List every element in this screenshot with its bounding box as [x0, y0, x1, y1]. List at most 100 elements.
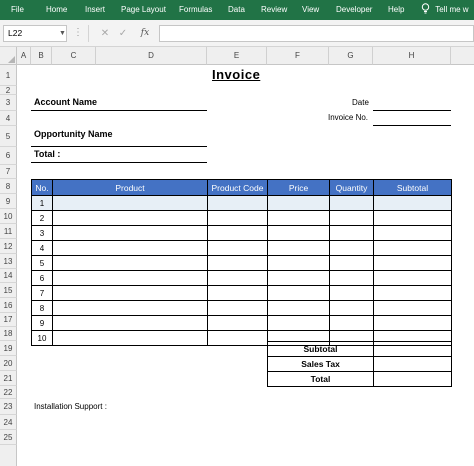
quantity-cell[interactable] — [329, 285, 374, 301]
row-header-13[interactable]: 13 — [0, 254, 17, 269]
chevron-down-icon[interactable]: ▼ — [58, 25, 67, 42]
product-cell[interactable] — [52, 195, 208, 211]
row-header-25[interactable]: 25 — [0, 430, 17, 445]
subtotal-cell[interactable] — [373, 300, 452, 316]
grand-total-value-cell[interactable] — [373, 371, 452, 387]
row-header-24[interactable]: 24 — [0, 415, 17, 430]
quantity-cell[interactable] — [329, 240, 374, 256]
product-cell[interactable] — [52, 330, 208, 346]
product-code-cell[interactable] — [207, 195, 268, 211]
row-header-8[interactable]: 8 — [0, 179, 17, 194]
subtotal-cell[interactable] — [373, 315, 452, 331]
product-code-cell[interactable] — [207, 300, 268, 316]
tab-review[interactable]: Review — [261, 0, 287, 20]
price-cell[interactable] — [267, 300, 330, 316]
tab-insert[interactable]: Insert — [85, 0, 105, 20]
subtotal-cell[interactable] — [373, 285, 452, 301]
row-number[interactable]: 1 — [31, 195, 53, 211]
subtotal-cell[interactable] — [373, 210, 452, 226]
price-cell[interactable] — [267, 240, 330, 256]
tab-help[interactable]: Help — [388, 0, 404, 20]
row-number[interactable]: 9 — [31, 315, 53, 331]
row-header-1[interactable]: 1 — [0, 65, 17, 86]
tab-file[interactable]: File — [11, 0, 24, 20]
tab-home[interactable]: Home — [46, 0, 67, 20]
row-header-4[interactable]: 4 — [0, 111, 17, 126]
column-header-f[interactable]: F — [267, 47, 329, 65]
quantity-cell[interactable] — [329, 300, 374, 316]
price-cell[interactable] — [267, 285, 330, 301]
quantity-cell[interactable] — [329, 315, 374, 331]
product-code-cell[interactable] — [207, 225, 268, 241]
price-cell[interactable] — [267, 195, 330, 211]
column-header-c[interactable]: C — [52, 47, 96, 65]
column-header-i[interactable] — [451, 47, 474, 65]
product-code-cell[interactable] — [207, 315, 268, 331]
row-header-18[interactable]: 18 — [0, 327, 17, 341]
row-header-17[interactable]: 17 — [0, 313, 17, 327]
row-header-2[interactable]: 2 — [0, 86, 17, 95]
row-header-12[interactable]: 12 — [0, 239, 17, 254]
price-cell[interactable] — [267, 270, 330, 286]
tab-formulas[interactable]: Formulas — [179, 0, 212, 20]
enter-icon[interactable]: ✓ — [116, 25, 130, 42]
row-header-7[interactable]: 7 — [0, 165, 17, 179]
subtotal-cell[interactable] — [373, 240, 452, 256]
column-header-a[interactable]: A — [17, 47, 31, 65]
insert-function-icon[interactable]: fx — [138, 25, 152, 42]
column-header-h[interactable]: H — [373, 47, 451, 65]
subtotal-cell[interactable] — [373, 270, 452, 286]
product-code-cell[interactable] — [207, 270, 268, 286]
row-header-11[interactable]: 11 — [0, 224, 17, 239]
row-header-9[interactable]: 9 — [0, 194, 17, 209]
formula-input[interactable] — [159, 25, 474, 42]
row-header-10[interactable]: 10 — [0, 209, 17, 224]
quantity-cell[interactable] — [329, 195, 374, 211]
row-header-6[interactable]: 6 — [0, 147, 17, 165]
product-cell[interactable] — [52, 240, 208, 256]
tab-view[interactable]: View — [302, 0, 319, 20]
row-header-5[interactable]: 5 — [0, 126, 17, 147]
row-header-14[interactable]: 14 — [0, 269, 17, 283]
row-number[interactable]: 8 — [31, 300, 53, 316]
subtotal-cell[interactable] — [373, 255, 452, 271]
row-number[interactable]: 4 — [31, 240, 53, 256]
column-header-d[interactable]: D — [96, 47, 207, 65]
row-number[interactable]: 5 — [31, 255, 53, 271]
column-header-g[interactable]: G — [329, 47, 373, 65]
row-header-16[interactable]: 16 — [0, 298, 17, 313]
price-cell[interactable] — [267, 255, 330, 271]
row-number[interactable]: 2 — [31, 210, 53, 226]
subtotal-cell[interactable] — [373, 195, 452, 211]
row-header-23[interactable]: 23 — [0, 399, 17, 415]
tab-developer[interactable]: Developer — [336, 0, 372, 20]
product-code-cell[interactable] — [207, 240, 268, 256]
row-number[interactable]: 10 — [31, 330, 53, 346]
row-header-20[interactable]: 20 — [0, 356, 17, 371]
price-cell[interactable] — [267, 210, 330, 226]
price-cell[interactable] — [267, 315, 330, 331]
quantity-cell[interactable] — [329, 210, 374, 226]
quantity-cell[interactable] — [329, 225, 374, 241]
product-cell[interactable] — [52, 270, 208, 286]
product-cell[interactable] — [52, 225, 208, 241]
subtotal-value-cell[interactable] — [373, 341, 452, 357]
product-cell[interactable] — [52, 285, 208, 301]
tab-data[interactable]: Data — [228, 0, 245, 20]
column-header-e[interactable]: E — [207, 47, 267, 65]
row-header-26[interactable] — [0, 445, 17, 466]
product-cell[interactable] — [52, 315, 208, 331]
row-header-19[interactable]: 19 — [0, 341, 17, 356]
row-number[interactable]: 7 — [31, 285, 53, 301]
column-header-b[interactable]: B — [31, 47, 52, 65]
tab-page-layout[interactable]: Page Layout — [121, 0, 166, 20]
sales-tax-value-cell[interactable] — [373, 356, 452, 372]
price-cell[interactable] — [267, 225, 330, 241]
product-cell[interactable] — [52, 300, 208, 316]
cancel-icon[interactable]: ✕ — [98, 25, 112, 42]
tell-me-box[interactable]: Tell me w — [421, 0, 469, 20]
product-cell[interactable] — [52, 210, 208, 226]
product-code-cell[interactable] — [207, 255, 268, 271]
row-header-22[interactable]: 22 — [0, 386, 17, 399]
product-code-cell[interactable] — [207, 330, 268, 346]
